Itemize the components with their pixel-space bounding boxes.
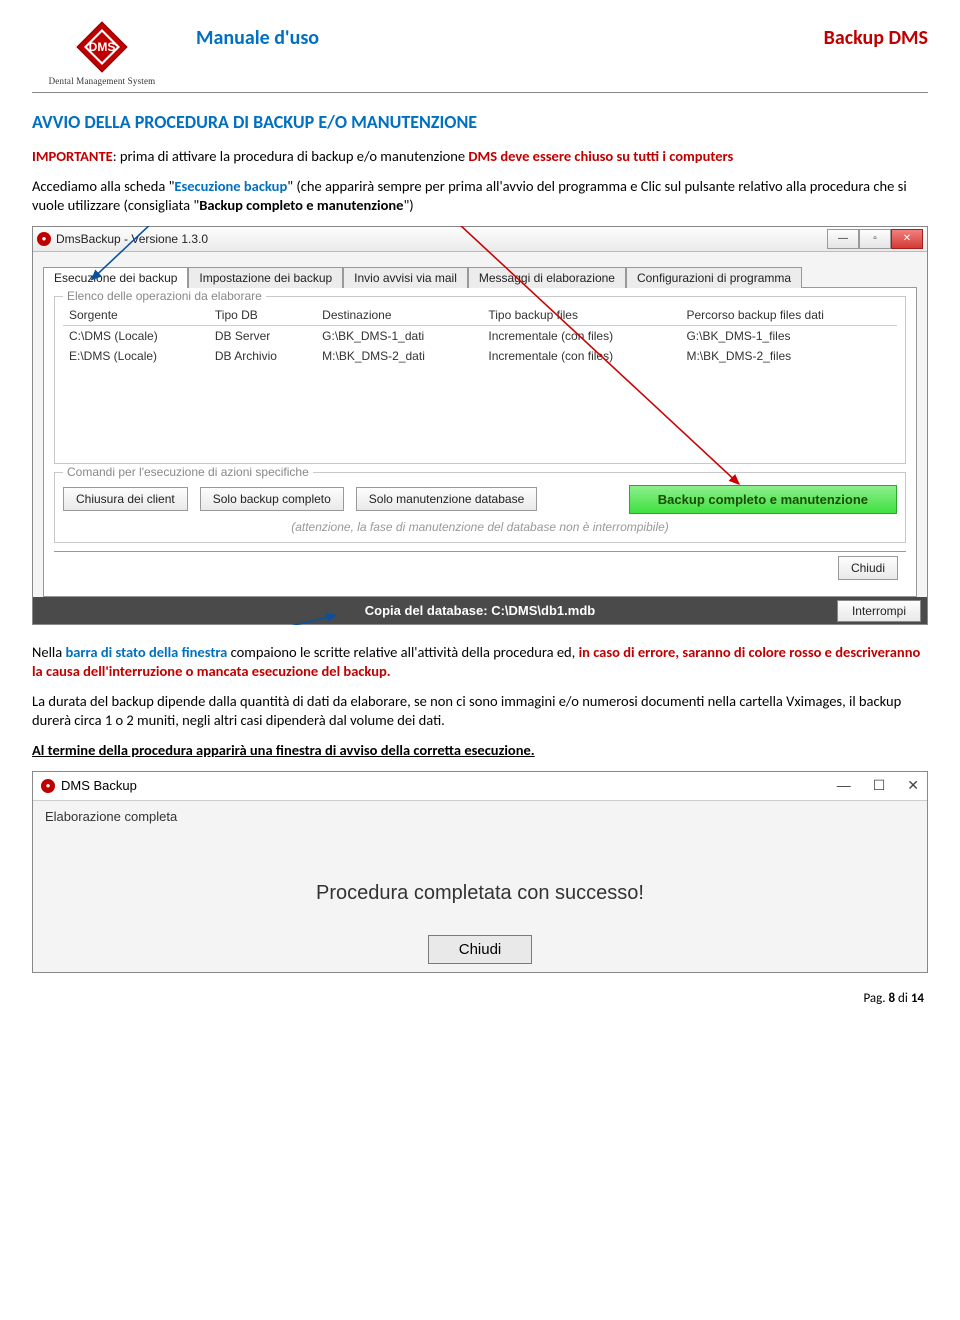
table-row: C:\DMS (Locale) DB Server G:\BK_DMS-1_da… xyxy=(63,325,897,346)
btn-chiudi[interactable]: Chiudi xyxy=(838,556,898,580)
elaborazione-label: Elaborazione completa xyxy=(33,801,927,832)
group-elenco-operazioni: Elenco delle operazioni da elaborare Sor… xyxy=(54,296,906,464)
logo-diamond-icon: DMS xyxy=(75,20,129,74)
col-sorgente: Sorgente xyxy=(63,305,209,326)
col-tipodb: Tipo DB xyxy=(209,305,316,326)
table-row: E:\DMS (Locale) DB Archivio M:\BK_DMS-2_… xyxy=(63,346,897,366)
svg-text:DMS: DMS xyxy=(89,40,116,54)
group-comandi: Comandi per l'esecuzione di azioni speci… xyxy=(54,472,906,543)
btn-chiudi-success[interactable]: Chiudi xyxy=(428,935,533,964)
btn-chiusura-client[interactable]: Chiusura dei client xyxy=(63,487,188,511)
btn-interrompi[interactable]: Interrompi xyxy=(837,600,921,622)
logo-caption: Dental Management System xyxy=(49,76,156,86)
paragraph-statusbar: Nella barra di stato della finestra comp… xyxy=(32,643,928,682)
page-header: DMS Dental Management System Manuale d'u… xyxy=(32,20,928,86)
tab-bar: Esecuzione dei backup Impostazione dei b… xyxy=(43,266,917,288)
comandi-note: (attenzione, la fase di manutenzione del… xyxy=(63,520,897,534)
status-bar: Copia del database: C:\DMS\db1.mdb Inter… xyxy=(33,597,927,624)
importante-highlight: DMS deve essere chiuso su tutti i comput… xyxy=(468,147,733,165)
statusbar-ref: barra di stato della finestra xyxy=(65,643,227,661)
col-percorso: Percorso backup files dati xyxy=(680,305,897,326)
tab-invio-avvisi[interactable]: Invio avvisi via mail xyxy=(343,267,468,288)
group-comandi-title: Comandi per l'esecuzione di azioni speci… xyxy=(63,465,313,479)
paragraph-al-termine: Al termine della procedura apparirà una … xyxy=(32,741,928,761)
backup-completo-ref: Backup completo e manutenzione xyxy=(199,196,403,214)
col-tipo-backup: Tipo backup files xyxy=(482,305,680,326)
logo: DMS Dental Management System xyxy=(32,20,172,86)
section-heading: AVVIO DELLA PROCEDURA DI BACKUP E/O MANU… xyxy=(32,111,928,133)
group-elenco-title: Elenco delle operazioni da elaborare xyxy=(63,289,266,303)
close-button[interactable]: ✕ xyxy=(891,229,923,249)
screenshot-dmsbackup-window: ● DmsBackup - Versione 1.3.0 — ▫ ✕ Esecu… xyxy=(32,226,928,625)
btn-solo-manutenzione[interactable]: Solo manutenzione database xyxy=(356,487,537,511)
importante-label: IMPORTANTE xyxy=(32,147,113,165)
app-icon: ● xyxy=(37,232,51,246)
panel-bottom: Chiudi xyxy=(54,551,906,584)
maximize-button[interactable]: ☐ xyxy=(873,777,886,794)
minimize-button[interactable]: — xyxy=(837,777,851,794)
titlebar2: ● DMS Backup — ☐ ✕ xyxy=(33,772,927,801)
paragraph-durata: La durata del backup dipende dalla quant… xyxy=(32,692,928,731)
paragraph-accediamo: Accediamo alla scheda "Esecuzione backup… xyxy=(32,177,928,216)
status-text: Copia del database: C:\DMS\db1.mdb xyxy=(365,603,595,618)
doc-title-right: Backup DMS xyxy=(824,26,928,50)
minimize-button[interactable]: — xyxy=(827,229,859,249)
tab-esecuzione[interactable]: Esecuzione dei backup xyxy=(43,267,188,288)
header-divider xyxy=(32,92,928,93)
maximize-button[interactable]: ▫ xyxy=(859,229,891,249)
titlebar: ● DmsBackup - Versione 1.3.0 — ▫ ✕ xyxy=(33,227,927,252)
screenshot-success-window: ● DMS Backup — ☐ ✕ Elaborazione completa… xyxy=(32,771,928,973)
tab-impostazione[interactable]: Impostazione dei backup xyxy=(188,267,343,288)
close-button[interactable]: ✕ xyxy=(907,777,919,794)
page-footer: Pag. 8 di 14 xyxy=(32,991,928,1006)
col-destinazione: Destinazione xyxy=(316,305,482,326)
window-title: DmsBackup - Versione 1.3.0 xyxy=(56,232,208,246)
app-icon: ● xyxy=(41,779,55,793)
tab-messaggi[interactable]: Messaggi di elaborazione xyxy=(468,267,626,288)
doc-title-left: Manuale d'uso xyxy=(196,26,319,50)
btn-solo-backup[interactable]: Solo backup completo xyxy=(200,487,344,511)
btn-backup-completo-manutenzione[interactable]: Backup completo e manutenzione xyxy=(629,485,897,514)
success-message: Procedura completata con successo! xyxy=(33,832,927,935)
tab-configurazioni[interactable]: Configurazioni di programma xyxy=(626,267,802,288)
esecuzione-backup-ref: Esecuzione backup xyxy=(174,177,287,195)
paragraph-importante: IMPORTANTE: prima di attivare la procedu… xyxy=(32,147,928,167)
operations-table: Sorgente Tipo DB Destinazione Tipo backu… xyxy=(63,305,897,366)
window2-title: DMS Backup xyxy=(61,778,137,793)
